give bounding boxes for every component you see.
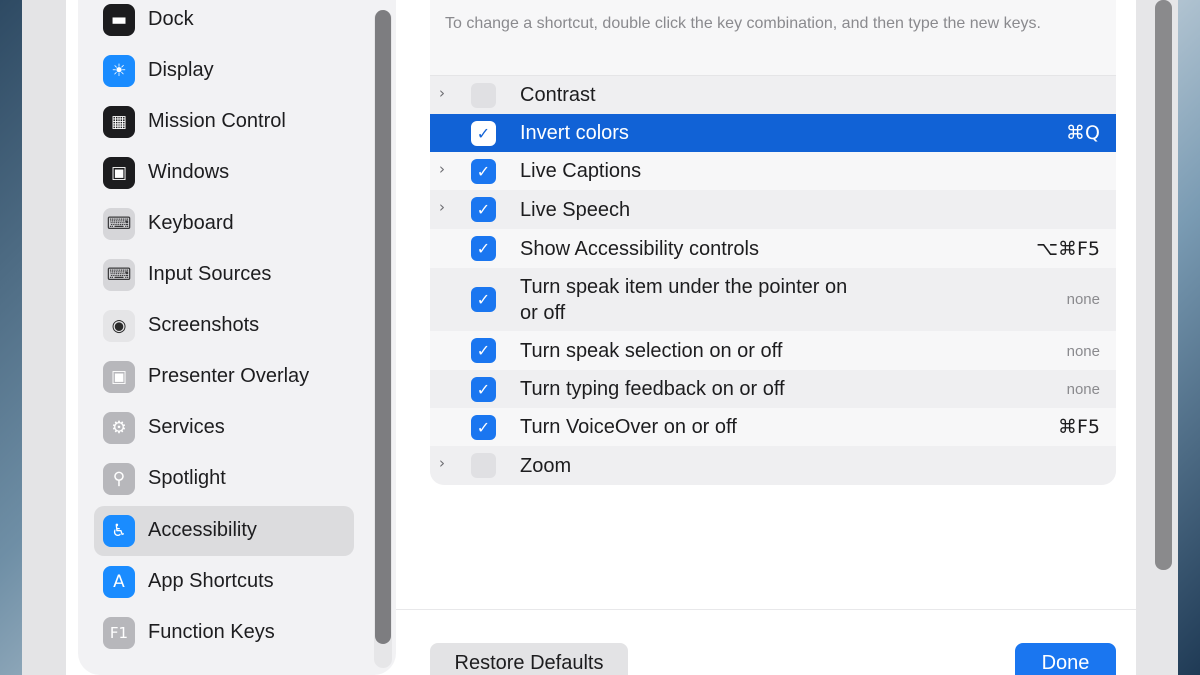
shortcut-row-contrast[interactable]: › Contrast xyxy=(430,76,1116,114)
shortcut-key[interactable]: ⌥⌘F5 xyxy=(1036,238,1100,260)
instructions-text: To change a shortcut, double click the k… xyxy=(445,15,1041,32)
shortcut-key[interactable]: ⌘Q xyxy=(1066,122,1100,144)
sidebar-item-label: Dock xyxy=(148,8,194,30)
table-description-area xyxy=(430,0,1116,76)
shortcut-label: Turn VoiceOver on or off xyxy=(520,416,737,438)
voiceover-checkbox[interactable]: ✓ xyxy=(471,415,496,440)
sidebar-item-label: Input Sources xyxy=(148,263,272,285)
app-store-icon: A xyxy=(103,566,135,598)
sidebar-item-label: Screenshots xyxy=(148,314,260,336)
sidebar-item-function-keys[interactable]: F1 Function Keys xyxy=(94,608,354,658)
shortcut-row-invert-colors[interactable]: ✓ Invert colors ⌘Q xyxy=(430,114,1116,152)
shortcut-label: Live Speech xyxy=(520,199,631,221)
gears-icon: ⚙ xyxy=(103,412,135,444)
sidebar-item-screenshots[interactable]: ◉ Screenshots xyxy=(94,301,354,351)
sidebar-item-label: Presenter Overlay xyxy=(148,365,310,387)
sidebar-item-accessibility[interactable]: ♿ Accessibility xyxy=(94,506,354,556)
accessibility-icon: ♿ xyxy=(103,515,135,547)
shortcut-label: Show Accessibility controls xyxy=(520,238,759,260)
background-window-edge xyxy=(22,0,66,675)
background-scrollbar xyxy=(1155,0,1172,570)
live-speech-checkbox[interactable]: ✓ xyxy=(471,197,496,222)
zoom-checkbox[interactable] xyxy=(471,453,496,478)
shortcut-key[interactable]: none xyxy=(1067,291,1100,308)
speak-item-checkbox[interactable]: ✓ xyxy=(471,287,496,312)
shortcut-row-typing-feedback[interactable]: ✓ Turn typing feedback on or off none xyxy=(430,370,1116,408)
sidebar-item-label: Keyboard xyxy=(148,212,234,234)
sidebar-item-label: Mission Control xyxy=(148,110,286,132)
speak-selection-checkbox[interactable]: ✓ xyxy=(471,338,496,363)
shortcut-row-speak-selection[interactable]: ✓ Turn speak selection on or off none xyxy=(430,331,1116,370)
shortcut-label: Contrast xyxy=(520,84,596,106)
sidebar-item-label: Display xyxy=(148,59,214,81)
footer-divider xyxy=(396,609,1136,610)
presenter-overlay-icon: ▣ xyxy=(103,361,135,393)
done-button[interactable]: Done xyxy=(1015,643,1116,675)
chevron-right-icon[interactable]: › xyxy=(439,198,445,216)
sidebar-item-spotlight[interactable]: ⚲ Spotlight xyxy=(94,454,354,504)
restore-defaults-button[interactable]: Restore Defaults xyxy=(430,643,628,675)
shortcut-key[interactable]: none xyxy=(1067,381,1100,398)
shortcut-row-accessibility-controls[interactable]: ✓ Show Accessibility controls ⌥⌘F5 xyxy=(430,229,1116,268)
chevron-right-icon[interactable]: › xyxy=(439,160,445,178)
sidebar-item-label: App Shortcuts xyxy=(148,570,274,592)
camera-icon: ◉ xyxy=(103,310,135,342)
sidebar-scrollbar-thumb[interactable] xyxy=(375,10,391,644)
sidebar-item-display[interactable]: ☀ Display xyxy=(94,46,354,96)
sidebar-item-label: Services xyxy=(148,416,225,438)
windows-icon: ▣ xyxy=(103,157,135,189)
function-keys-icon: F1 xyxy=(103,617,135,649)
sidebar-item-dock[interactable]: ▬ Dock xyxy=(94,0,354,45)
accessibility-controls-checkbox[interactable]: ✓ xyxy=(471,236,496,261)
shortcut-label-line2: or off xyxy=(520,302,566,324)
sun-icon: ☀ xyxy=(103,55,135,87)
invert-colors-checkbox[interactable]: ✓ xyxy=(471,121,496,146)
shortcut-label: Invert colors xyxy=(520,122,629,144)
shortcut-key[interactable]: none xyxy=(1067,343,1100,360)
shortcut-row-voiceover[interactable]: ✓ Turn VoiceOver on or off ⌘F5 xyxy=(430,408,1116,446)
sidebar-item-label: Spotlight xyxy=(148,467,226,489)
keyboard-icon: ⌨ xyxy=(103,208,135,240)
sidebar-item-keyboard[interactable]: ⌨ Keyboard xyxy=(94,199,354,249)
chevron-right-icon[interactable]: › xyxy=(439,84,445,102)
magnifier-icon: ⚲ xyxy=(103,463,135,495)
shortcut-row-live-speech[interactable]: › ✓ Live Speech xyxy=(430,190,1116,229)
sidebar-item-label: Windows xyxy=(148,161,230,183)
sidebar-item-services[interactable]: ⚙ Services xyxy=(94,403,354,453)
shortcut-label: Turn typing feedback on or off xyxy=(520,378,785,400)
sidebar-item-mission-control[interactable]: ▦ Mission Control xyxy=(94,97,354,147)
shortcut-label: Turn speak selection on or off xyxy=(520,340,783,362)
shortcut-row-zoom[interactable]: › Zoom xyxy=(430,446,1116,485)
live-captions-checkbox[interactable]: ✓ xyxy=(471,159,496,184)
shortcut-row-speak-item-under-pointer[interactable]: ✓ Turn speak item under the pointer on o… xyxy=(430,268,1116,331)
sidebar-item-label: Function Keys xyxy=(148,621,275,643)
shortcut-label: Live Captions xyxy=(520,160,642,182)
contrast-checkbox[interactable] xyxy=(471,83,496,108)
mission-control-icon: ▦ xyxy=(103,106,135,138)
sidebar-item-windows[interactable]: ▣ Windows xyxy=(94,148,354,198)
shortcut-label-line1: Turn speak item under the pointer on xyxy=(520,276,848,298)
sidebar-item-app-shortcuts[interactable]: A App Shortcuts xyxy=(94,557,354,607)
sidebar-item-input-sources[interactable]: ⌨ Input Sources xyxy=(94,250,354,300)
chevron-right-icon[interactable]: › xyxy=(439,454,445,472)
input-sources-icon: ⌨ xyxy=(103,259,135,291)
shortcut-row-live-captions[interactable]: › ✓ Live Captions xyxy=(430,152,1116,190)
shortcut-key[interactable]: ⌘F5 xyxy=(1058,416,1100,438)
sidebar-item-presenter-overlay[interactable]: ▣ Presenter Overlay xyxy=(94,352,354,402)
typing-feedback-checkbox[interactable]: ✓ xyxy=(471,377,496,402)
sidebar-item-label: Accessibility xyxy=(148,519,257,541)
dock-icon: ▬ xyxy=(103,4,135,36)
shortcut-label: Zoom xyxy=(520,455,572,477)
